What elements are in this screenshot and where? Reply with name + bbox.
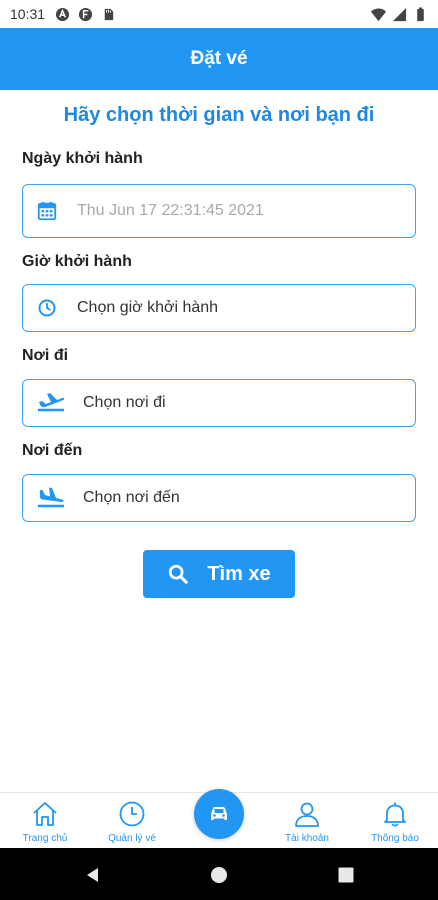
- search-button-label: Tìm xe: [207, 562, 271, 585]
- clock-icon: [119, 801, 145, 827]
- destination-label: Nơi đến: [22, 442, 83, 459]
- sd-card-icon: [104, 8, 114, 20]
- app-bar: Đặt vé: [0, 28, 438, 90]
- flight-land-icon: [35, 486, 67, 510]
- notification-a-icon: [55, 7, 70, 21]
- notification-f-icon: [78, 7, 93, 21]
- departure-time-label: Giờ khởi hành: [22, 253, 132, 270]
- signal-icon: [392, 7, 407, 21]
- departure-time-field[interactable]: Chọn giờ khởi hành: [22, 284, 416, 332]
- departure-date-field[interactable]: Thu Jun 17 22:31:45 2021: [22, 184, 416, 238]
- destination-value: Chọn nơi đến: [83, 489, 180, 506]
- origin-value: Chọn nơi đi: [83, 394, 166, 411]
- nav-label-tickets: Quản lý vé: [108, 833, 156, 844]
- flight-takeoff-icon: [35, 391, 67, 415]
- departure-date-label: Ngày khởi hành: [22, 150, 143, 167]
- calendar-icon: [35, 199, 59, 223]
- system-nav-bar: [0, 848, 438, 900]
- nav-label-home: Trang chủ: [22, 833, 68, 844]
- nav-label-account: Tài khoản: [285, 833, 329, 844]
- page-title: Đặt vé: [190, 48, 248, 69]
- nav-item-booking[interactable]: [194, 789, 244, 839]
- car-icon: [211, 807, 227, 820]
- origin-label: Nơi đi: [22, 347, 69, 364]
- bottom-nav: Trang chủ Quản lý vé Tài khoản Thông báo: [0, 789, 438, 848]
- recents-icon[interactable]: [337, 866, 355, 884]
- nav-item-notifications[interactable]: Thông báo: [355, 799, 435, 844]
- nav-item-home[interactable]: Trang chủ: [5, 799, 85, 844]
- search-icon: [169, 564, 189, 584]
- page-subtitle: Hãy chọn thời gian và nơi bạn đi: [63, 104, 375, 126]
- battery-icon: [417, 6, 424, 21]
- departure-time-value: Chọn giờ khởi hành: [77, 299, 219, 316]
- destination-field[interactable]: Chọn nơi đến: [22, 474, 416, 522]
- home-icon: [33, 802, 57, 826]
- home-button-icon[interactable]: [210, 866, 228, 884]
- bell-icon: [384, 802, 406, 827]
- departure-date-value: Thu Jun 17 22:31:45 2021: [77, 202, 264, 219]
- clock-icon: [35, 296, 59, 320]
- nav-label-notifications: Thông báo: [371, 833, 419, 844]
- status-bar: 10:31: [0, 0, 438, 28]
- user-icon: [295, 802, 319, 827]
- wifi-icon: [371, 7, 386, 21]
- status-time: 10:31: [10, 6, 46, 22]
- nav-item-tickets[interactable]: Quản lý vé: [92, 799, 172, 844]
- search-bus-button[interactable]: Tìm xe: [143, 550, 295, 598]
- back-icon[interactable]: [84, 866, 102, 884]
- nav-item-account[interactable]: Tài khoản: [267, 799, 347, 844]
- origin-field[interactable]: Chọn nơi đi: [22, 379, 416, 427]
